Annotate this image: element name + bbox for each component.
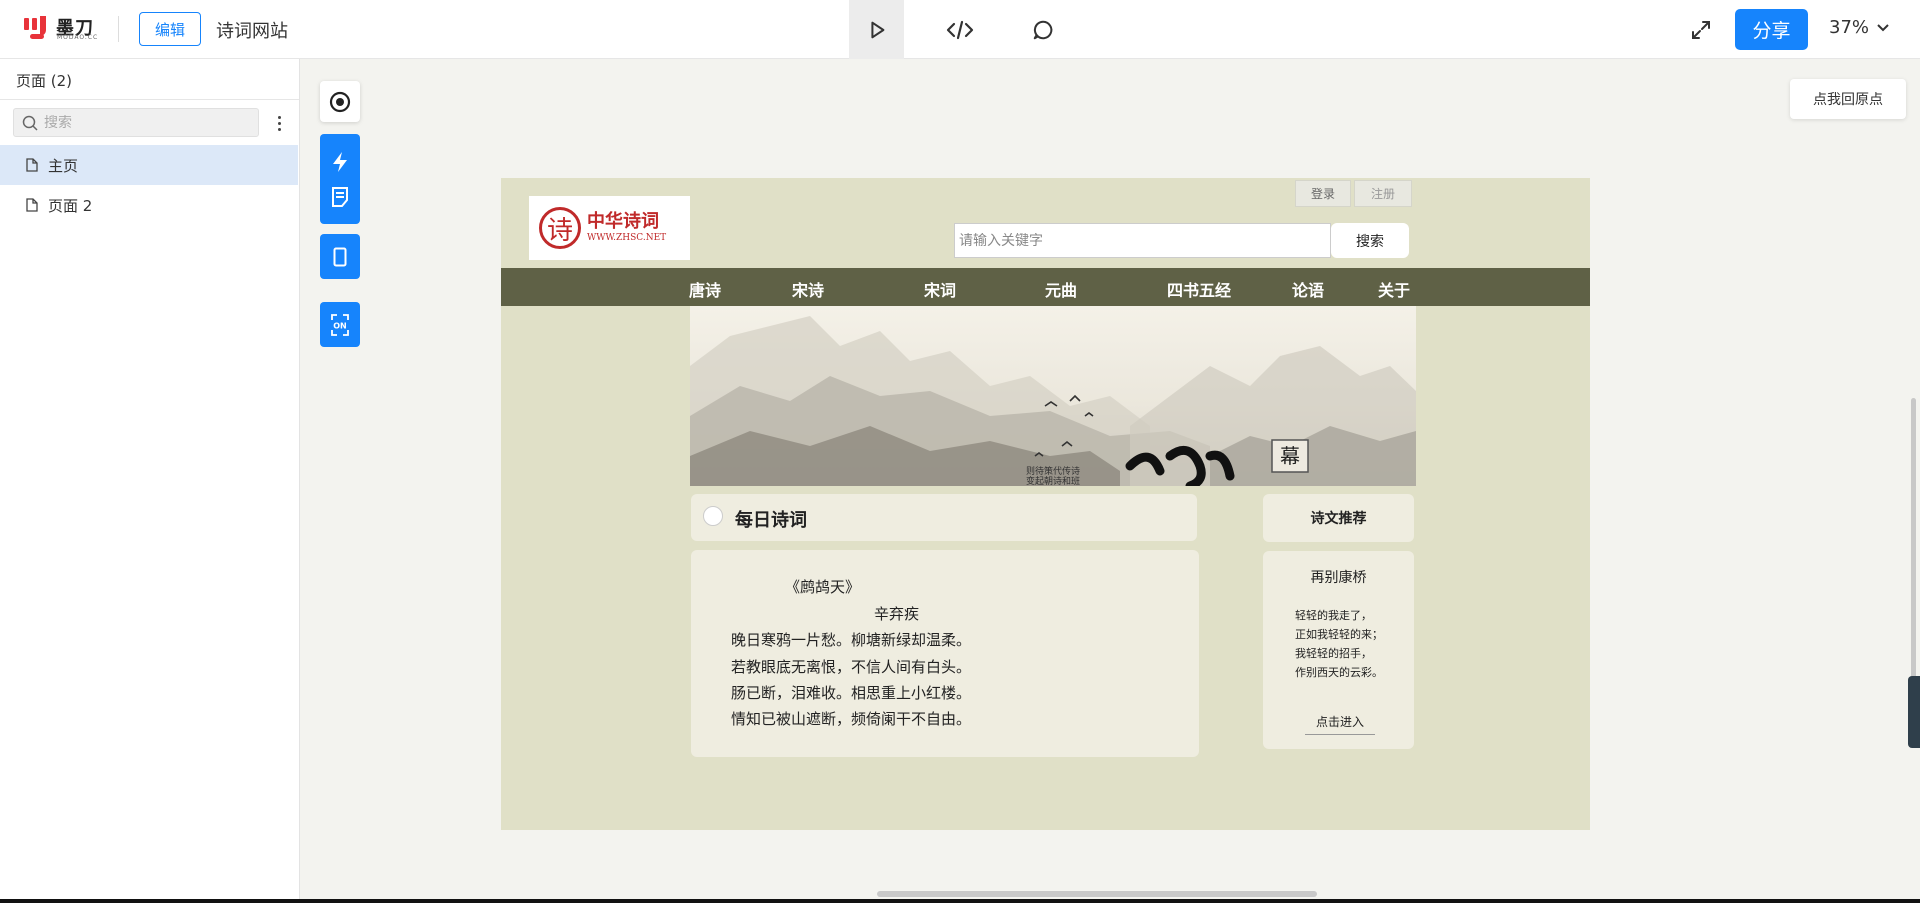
page-search[interactable]	[13, 108, 259, 137]
code-button[interactable]	[930, 0, 990, 59]
component-tools	[320, 134, 360, 224]
poem-line: 晚日寒鸦一片愁。柳塘新绿却温柔。	[731, 631, 972, 649]
daily-poem-title: 每日诗词	[735, 510, 807, 531]
page-item-page-2[interactable]: 页面 2	[0, 185, 298, 225]
site-search-button[interactable]: 搜索	[1331, 223, 1409, 258]
landscape-banner: 幕 则待策代传诗 变起朝诗和班	[690, 306, 1416, 486]
poem-line: 若教眼底无离恨，不信人间有白头。	[731, 658, 972, 676]
poem-line: 肠已断，泪难收。相思重上小红楼。	[731, 684, 972, 702]
banner-seal: 幕	[1280, 444, 1300, 468]
zoom-value: 37%	[1829, 17, 1870, 38]
nav-song-ci[interactable]: 宋词	[924, 277, 956, 301]
site-logo-name: 中华诗词	[587, 211, 659, 232]
recommend-enter-link[interactable]: 点击进入	[1305, 713, 1375, 735]
project-title[interactable]: 诗词网站	[216, 17, 288, 43]
top-bar: 墨刀 MODAO.CC 编辑 诗词网站 分享 37%	[0, 0, 1920, 59]
site-logo[interactable]: 诗 中华诗词 WWW.ZHSC.NET	[529, 196, 690, 260]
site-search-box[interactable]	[954, 223, 1331, 258]
toggle-button[interactable]: ON	[320, 302, 360, 347]
lightning-icon[interactable]	[331, 151, 349, 173]
nav-four-books[interactable]: 四书五经	[1167, 277, 1231, 301]
fullscreen-button[interactable]	[1688, 17, 1714, 43]
banner-caption-1: 则待策代传诗	[1026, 465, 1080, 477]
mobile-icon	[333, 247, 347, 266]
landscape-painting: 幕 则待策代传诗 变起朝诗和班	[690, 316, 1416, 486]
comment-button[interactable]	[1013, 0, 1073, 59]
horizontal-scrollbar[interactable]	[877, 891, 1317, 897]
radio-icon[interactable]	[703, 506, 723, 526]
search-icon	[22, 115, 38, 131]
nav-song-poetry[interactable]: 宋诗	[792, 277, 824, 301]
preview-button[interactable]	[849, 0, 904, 59]
login-button[interactable]: 登录	[1295, 180, 1351, 207]
edit-button[interactable]: 编辑	[139, 12, 201, 46]
zoom-select[interactable]: 37%	[1829, 17, 1889, 38]
expand-icon	[1692, 21, 1710, 39]
site-search-input[interactable]	[959, 232, 1319, 249]
site-logo-url: WWW.ZHSC.NET	[587, 233, 667, 243]
page-file-icon	[26, 198, 38, 212]
banner-caption-2: 变起朝诗和班	[1026, 475, 1080, 486]
page-item-label: 页面 2	[48, 196, 93, 215]
page-search-input[interactable]	[44, 114, 244, 131]
bottom-edge	[0, 899, 1920, 903]
site-logo-seal: 诗	[539, 207, 581, 249]
play-icon	[870, 21, 884, 38]
toggle-on-icon: ON	[331, 313, 349, 336]
code-icon	[946, 20, 974, 39]
poem-author: 辛弃疾	[874, 605, 920, 623]
target-icon	[329, 91, 351, 112]
recommend-card: 再别康桥 轻轻的我走了， 正如我轻轻的来； 我轻轻的招手， 作别西天的云彩。 点…	[1263, 551, 1414, 749]
design-canvas: 诗 中华诗词 WWW.ZHSC.NET 登录 注册 搜索 唐诗 宋诗 宋词 元曲…	[501, 178, 1590, 830]
svg-text:ON: ON	[333, 321, 347, 330]
nav-tang-poetry[interactable]: 唐诗	[689, 277, 721, 301]
recommend-header: 诗文推荐	[1263, 494, 1414, 542]
recommend-poem-title: 再别康桥	[1310, 570, 1367, 586]
share-button[interactable]: 分享	[1735, 9, 1808, 50]
recommend-line: 正如我轻轻的来；	[1295, 628, 1383, 641]
page-item-home[interactable]: 主页	[0, 145, 298, 185]
side-panel-handle[interactable]	[1908, 676, 1920, 748]
pages-sidebar: 页面 (2) 主页 页面 2	[0, 59, 300, 903]
more-options-icon[interactable]	[270, 113, 288, 133]
modao-logo[interactable]: 墨刀 MODAO.CC	[24, 14, 98, 44]
nav-yuan-qu[interactable]: 元曲	[1045, 277, 1077, 301]
nav-about[interactable]: 关于	[1378, 277, 1410, 301]
pages-header: 页面 (2)	[0, 59, 299, 100]
return-origin-button[interactable]: 点我回原点	[1790, 79, 1906, 119]
device-button[interactable]	[320, 234, 360, 279]
target-button[interactable]	[320, 81, 360, 122]
chevron-down-icon	[1877, 23, 1889, 31]
logo-subtext: MODAO.CC	[57, 34, 99, 41]
recommend-title: 诗文推荐	[1310, 511, 1367, 527]
page-file-icon	[26, 158, 38, 172]
site-nav: 唐诗 宋诗 宋词 元曲 四书五经 论语 关于	[501, 268, 1590, 306]
vertical-scrollbar[interactable]	[1911, 398, 1916, 688]
recommend-line: 作别西天的云彩。	[1295, 666, 1383, 679]
document-icon[interactable]	[331, 187, 349, 207]
poem-title: 《鹧鸪天》	[785, 578, 861, 596]
comment-icon	[1033, 20, 1053, 39]
recommend-line: 轻轻的我走了，	[1295, 609, 1372, 622]
daily-poem-card: 《鹧鸪天》 辛弃疾 晚日寒鸦一片愁。柳塘新绿却温柔。 若教眼底无离恨，不信人间有…	[691, 550, 1199, 757]
divider	[118, 16, 119, 42]
page-item-label: 主页	[48, 156, 79, 175]
daily-poem-header: 每日诗词	[691, 494, 1197, 541]
poem-line: 情知已被山遮断，频倚阑干不自由。	[731, 710, 972, 728]
nav-analects[interactable]: 论语	[1292, 277, 1324, 301]
modao-logo-mark-icon	[24, 16, 50, 40]
recommend-line: 我轻轻的招手，	[1295, 647, 1372, 660]
register-button[interactable]: 注册	[1354, 180, 1412, 207]
